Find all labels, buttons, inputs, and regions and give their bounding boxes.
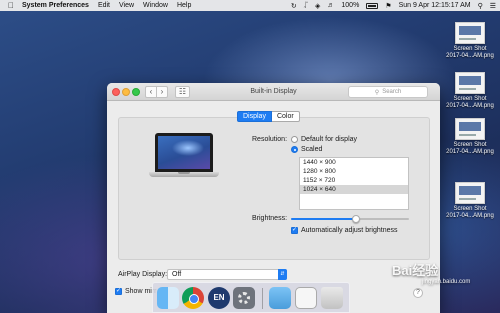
menu-bar:  System Preferences Edit View Window He… xyxy=(0,0,500,11)
resolution-label: Resolution: xyxy=(252,136,288,143)
radio-button[interactable] xyxy=(291,136,298,143)
resolution-option[interactable]: 1440 × 900 xyxy=(300,158,408,167)
clock[interactable]: Sun 9 Apr 12:15:17 AM xyxy=(399,2,471,9)
baidu-watermark: Bai经验 jingyan.baidu.com xyxy=(392,260,470,285)
screenshot-stack-icon[interactable] xyxy=(295,287,317,309)
show-mirroring[interactable]: ✓ Show mirr xyxy=(115,288,157,295)
radio-default-label: Default for display xyxy=(301,136,358,143)
tab-bar: Display Color xyxy=(237,111,300,122)
auto-brightness[interactable]: ✓ Automatically adjust brightness xyxy=(291,227,398,234)
radio-scaled[interactable]: Scaled xyxy=(291,146,322,153)
file-thumbnail xyxy=(455,72,485,94)
brightness-label: Brightness: xyxy=(252,215,288,222)
watermark-text: Bai经验 xyxy=(392,263,439,278)
system-preferences-icon[interactable] xyxy=(233,287,255,309)
flag-icon[interactable]: ⚑ xyxy=(385,2,391,10)
desktop-file[interactable]: Screen Shot 2017-04...AM.png xyxy=(440,72,500,110)
sync-icon[interactable]: ↻ xyxy=(291,2,297,10)
tab-color[interactable]: Color xyxy=(271,111,300,122)
dictionary-en-icon[interactable]: EN xyxy=(208,287,230,309)
laptop-icon xyxy=(149,133,219,193)
gear-icon xyxy=(238,292,250,304)
resolution-option[interactable]: 1280 × 800 xyxy=(300,167,408,176)
bluetooth-icon[interactable]: ᛢ xyxy=(304,2,308,9)
chevron-updown-icon: ⇵ xyxy=(278,269,287,280)
search-icon: ⚲ xyxy=(374,89,380,96)
airplay-value: Off xyxy=(172,271,182,278)
en-label: EN xyxy=(213,293,225,302)
checkbox-checked[interactable]: ✓ xyxy=(291,227,298,234)
checkbox-checked[interactable]: ✓ xyxy=(115,288,122,295)
finder-icon[interactable] xyxy=(157,287,179,309)
chrome-icon[interactable] xyxy=(182,287,204,309)
radio-scaled-label: Scaled xyxy=(301,146,323,153)
title-bar[interactable]: ‹ › ☷ Built-in Display ⚲ Search xyxy=(107,83,440,101)
brightness-knob[interactable] xyxy=(351,215,360,223)
status-area: ↻ ᛢ ◈ ♬ 100% ⚑ Sun 9 Apr 12:15:17 AM ⚲ ☰ xyxy=(291,0,496,11)
menu-view[interactable]: View xyxy=(119,2,134,9)
wifi-icon[interactable]: ◈ xyxy=(315,2,320,10)
search-field[interactable]: ⚲ Search xyxy=(348,86,428,98)
file-thumbnail xyxy=(455,22,485,44)
search-icon[interactable]: ⚲ xyxy=(478,2,483,10)
file-thumbnail xyxy=(455,118,485,140)
watermark-sub: jingyan.baidu.com xyxy=(422,279,471,285)
file-thumbnail xyxy=(455,182,485,204)
notification-icon[interactable]: ☰ xyxy=(490,2,496,10)
auto-brightness-label: Automatically adjust brightness xyxy=(301,227,398,234)
display-panel: Resolution: Default for display Scaled 1… xyxy=(118,117,430,260)
menu-app-name[interactable]: System Preferences xyxy=(22,2,89,9)
apple-icon[interactable]:  xyxy=(6,1,16,10)
battery-percent[interactable]: 100% xyxy=(341,2,359,9)
volume-icon[interactable]: ♬ xyxy=(327,2,334,9)
desktop-file[interactable]: Screen Shot 2017-04...AM.png xyxy=(440,22,500,60)
file-label: Screen Shot 2017-04...AM.png xyxy=(446,206,494,219)
brightness-fill xyxy=(291,218,356,220)
airplay-select[interactable]: Off ⇵ xyxy=(167,269,287,280)
file-label: Screen Shot 2017-04...AM.png xyxy=(446,142,494,155)
brightness-slider[interactable] xyxy=(291,215,409,223)
battery-icon[interactable] xyxy=(366,2,379,9)
radio-button-selected[interactable] xyxy=(291,146,298,153)
airplay-label: AirPlay Display: xyxy=(118,271,168,278)
downloads-folder-icon[interactable] xyxy=(269,287,291,309)
search-placeholder: Search xyxy=(382,89,402,95)
resolution-option[interactable]: 1152 × 720 xyxy=(300,176,408,185)
trash-icon[interactable] xyxy=(321,287,343,309)
system-preferences-window: ‹ › ☷ Built-in Display ⚲ Search Display … xyxy=(107,83,440,313)
menu-edit[interactable]: Edit xyxy=(98,2,110,9)
desktop-file[interactable]: Screen Shot 2017-04...AM.png xyxy=(440,182,500,220)
dock: EN xyxy=(152,282,350,313)
file-label: Screen Shot 2017-04...AM.png xyxy=(446,46,494,59)
file-label: Screen Shot 2017-04...AM.png xyxy=(446,96,494,109)
desktop-file[interactable]: Screen Shot 2017-04...AM.png xyxy=(440,118,500,156)
tab-display[interactable]: Display xyxy=(237,111,272,122)
help-button[interactable]: ? xyxy=(413,288,423,298)
dock-separator xyxy=(262,288,263,309)
menu-help[interactable]: Help xyxy=(177,2,191,9)
menu-window[interactable]: Window xyxy=(143,2,168,9)
resolution-list[interactable]: 1440 × 900 1280 × 800 1152 × 720 1024 × … xyxy=(299,157,409,210)
radio-default[interactable]: Default for display xyxy=(291,136,357,143)
resolution-option-selected[interactable]: 1024 × 640 xyxy=(300,185,408,194)
